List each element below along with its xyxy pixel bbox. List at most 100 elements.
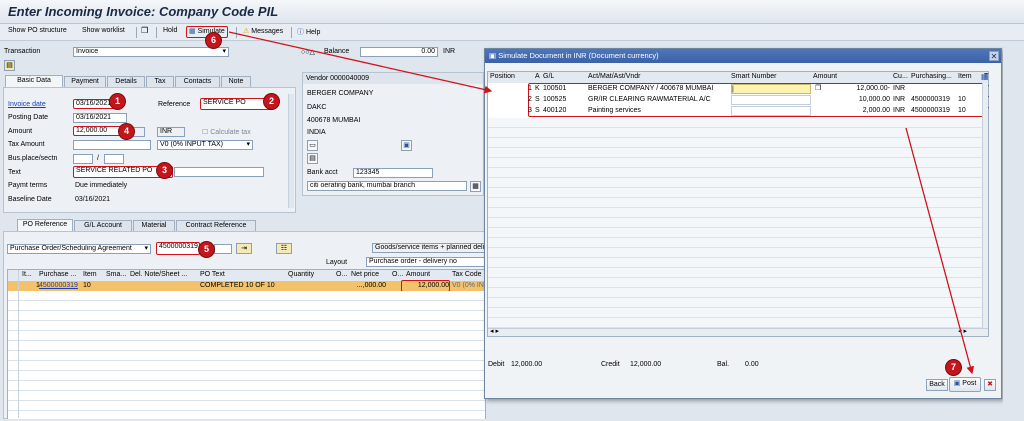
info-icon: ⓘ bbox=[297, 29, 304, 36]
table-row[interactable]: 1 4500000319 10 COMPLETED 10 OF 10 ...,0… bbox=[8, 280, 489, 292]
col-header[interactable]: Smart Number bbox=[731, 72, 777, 82]
tab-material[interactable]: Material bbox=[133, 220, 175, 231]
col-header[interactable]: Cu... bbox=[893, 72, 908, 82]
tax-amount-field[interactable] bbox=[73, 140, 151, 150]
posting-date-label: Posting Date bbox=[8, 114, 49, 121]
copy-icon[interactable]: ❐ bbox=[141, 26, 148, 35]
dialog-title: Simulate Document in INR (Document curre… bbox=[498, 51, 659, 60]
vendor-title: Vendor 0000040009 bbox=[303, 73, 483, 84]
reference-field[interactable]: SERVICE PO bbox=[200, 98, 274, 110]
tab-basic-data[interactable]: Basic Data bbox=[5, 75, 63, 87]
col-header[interactable]: Act/Mat/Ast/Vndr bbox=[588, 72, 641, 82]
close-icon[interactable]: ✕ bbox=[989, 51, 999, 61]
cell-amount: 10,000.00 bbox=[858, 96, 890, 103]
layout-field[interactable]: Purchase order - delivery no bbox=[366, 257, 486, 267]
col-header[interactable]: Position bbox=[490, 72, 515, 82]
table-row[interactable]: 1 K 100501 BERGER COMPANY / 400678 MUMBA… bbox=[488, 84, 989, 94]
post-button[interactable]: ▣ Post bbox=[949, 377, 981, 392]
reference-type-select[interactable]: Purchase Order/Scheduling Agreement ▾ bbox=[7, 244, 151, 254]
paymt-terms-value: Due immediately bbox=[75, 182, 128, 189]
col-header[interactable]: Amount bbox=[813, 72, 837, 82]
cell-position: 2 bbox=[528, 96, 532, 103]
hold-button[interactable]: Hold bbox=[163, 27, 177, 34]
bank-acct-field[interactable]: 123345 bbox=[353, 168, 433, 178]
tab-details[interactable]: Details bbox=[107, 76, 145, 87]
layout-label: Layout bbox=[326, 259, 348, 266]
bank-detail-icon[interactable]: ▦ bbox=[470, 181, 481, 192]
tab-po-reference[interactable]: PO Reference bbox=[17, 219, 73, 231]
cancel-icon[interactable]: ✖ bbox=[984, 379, 996, 391]
show-worklist-button[interactable]: Show worklist bbox=[82, 27, 125, 34]
step-marker-2: 2 bbox=[264, 94, 279, 109]
col-header[interactable]: Item bbox=[83, 270, 97, 280]
table-settings-icon[interactable]: ▦ bbox=[981, 72, 989, 82]
horizontal-scrollbar[interactable]: ◂ ▸ ◂ ▸ bbox=[488, 328, 988, 336]
table-row[interactable]: 2 S 100525 GR/IR CLEARING RAWMATERIAL A/… bbox=[488, 95, 989, 105]
grid-line bbox=[18, 270, 19, 418]
currency-field[interactable]: INR bbox=[157, 127, 185, 137]
vendor-detail-icon[interactable]: ▭ bbox=[307, 140, 318, 151]
col-header[interactable]: A bbox=[535, 72, 540, 82]
back-button[interactable]: Back bbox=[926, 379, 948, 391]
tab-gl-account[interactable]: G/L Account bbox=[74, 220, 132, 231]
tab-tax[interactable]: Tax bbox=[146, 76, 174, 87]
vendor-display-icon[interactable]: ▣ bbox=[401, 140, 412, 151]
posting-date-field[interactable]: 03/16/2021 bbox=[73, 113, 127, 123]
col-header[interactable]: Amount bbox=[406, 270, 430, 280]
col-header[interactable]: O... bbox=[392, 270, 403, 280]
folder-icon[interactable]: ▤ bbox=[4, 60, 15, 71]
col-header[interactable]: Purchasing... bbox=[911, 72, 952, 82]
po-number-field[interactable]: 4500000319 bbox=[156, 242, 200, 255]
col-header[interactable]: O... bbox=[336, 270, 347, 280]
copy-icon[interactable]: ❐ bbox=[815, 84, 825, 94]
smart-number-input[interactable] bbox=[731, 106, 811, 116]
tab-note[interactable]: Note bbox=[221, 76, 251, 87]
col-header[interactable]: PO Text bbox=[200, 270, 225, 280]
bank-name-field[interactable]: citi oerating bank, mumbai branch bbox=[307, 181, 467, 191]
show-po-structure-button[interactable]: Show PO structure bbox=[8, 27, 67, 34]
credit-label: Credit bbox=[601, 361, 620, 368]
col-header[interactable]: Net price bbox=[351, 270, 379, 280]
tab-contract-reference[interactable]: Contract Reference bbox=[176, 220, 256, 231]
col-header[interactable]: Del. Note/Sheet ... bbox=[130, 270, 187, 280]
col-header[interactable]: Sma... bbox=[106, 270, 126, 280]
smart-number-input[interactable] bbox=[731, 95, 811, 105]
scroll-left-icon[interactable]: ◂ ▸ bbox=[490, 327, 499, 337]
help-button[interactable]: ⓘ Help bbox=[297, 27, 320, 37]
application-toolbar: Show PO structure Show worklist ❐ Hold ▦… bbox=[0, 24, 1024, 41]
col-header[interactable]: Purchase ... bbox=[39, 270, 76, 280]
calculate-tax-checkbox[interactable]: ☐ Calculate tax bbox=[202, 128, 251, 136]
table-row[interactable]: 3 S 400120 Painting services 2,000.00 IN… bbox=[488, 106, 989, 116]
po-history-icon[interactable]: ☷ bbox=[276, 243, 292, 254]
vendor-print-icon[interactable]: ▤ bbox=[307, 153, 318, 164]
col-header[interactable]: Item bbox=[958, 72, 972, 82]
tab-payment[interactable]: Payment bbox=[64, 76, 106, 87]
smart-number-input[interactable]: | bbox=[731, 84, 811, 94]
text-field-extension[interactable] bbox=[174, 167, 264, 177]
goods-services-field[interactable]: Goods/service items + planned deli bbox=[372, 243, 486, 253]
messages-button[interactable]: ⚠ Messages bbox=[243, 27, 283, 35]
post-label: Post bbox=[962, 380, 977, 387]
col-header[interactable]: G/L bbox=[543, 72, 554, 82]
bus-place-field[interactable] bbox=[73, 154, 93, 164]
tax-code-value: V0 (0% INPUT TAX) bbox=[160, 141, 224, 148]
tab-contacts[interactable]: Contacts bbox=[175, 76, 220, 87]
vendor-country: INDIA bbox=[307, 129, 326, 136]
panel-scrollbar[interactable] bbox=[288, 94, 294, 208]
tax-code-select[interactable]: V0 (0% INPUT TAX) ▾ bbox=[157, 140, 253, 150]
debit-label: Debit bbox=[488, 361, 505, 368]
background-area bbox=[1003, 48, 1024, 421]
amount-field[interactable]: 12,000.00 bbox=[73, 126, 125, 136]
section-field[interactable] bbox=[104, 154, 124, 164]
vertical-scrollbar[interactable] bbox=[982, 83, 988, 330]
col-header[interactable]: Quantity bbox=[288, 270, 314, 280]
col-header[interactable]: Tax Code bbox=[452, 270, 482, 280]
balance-light-icon: ○○△ bbox=[301, 49, 315, 56]
po-item-field[interactable] bbox=[214, 244, 232, 254]
text-label: Text bbox=[8, 169, 21, 176]
col-header[interactable]: It... bbox=[22, 270, 32, 280]
po-expand-icon[interactable]: ⇥ bbox=[236, 243, 252, 254]
transaction-select[interactable]: Invoice ▾ bbox=[73, 47, 229, 57]
cell-po-link[interactable]: 4500000319 bbox=[39, 281, 78, 291]
scroll-right-icon[interactable]: ◂ ▸ bbox=[958, 327, 967, 337]
